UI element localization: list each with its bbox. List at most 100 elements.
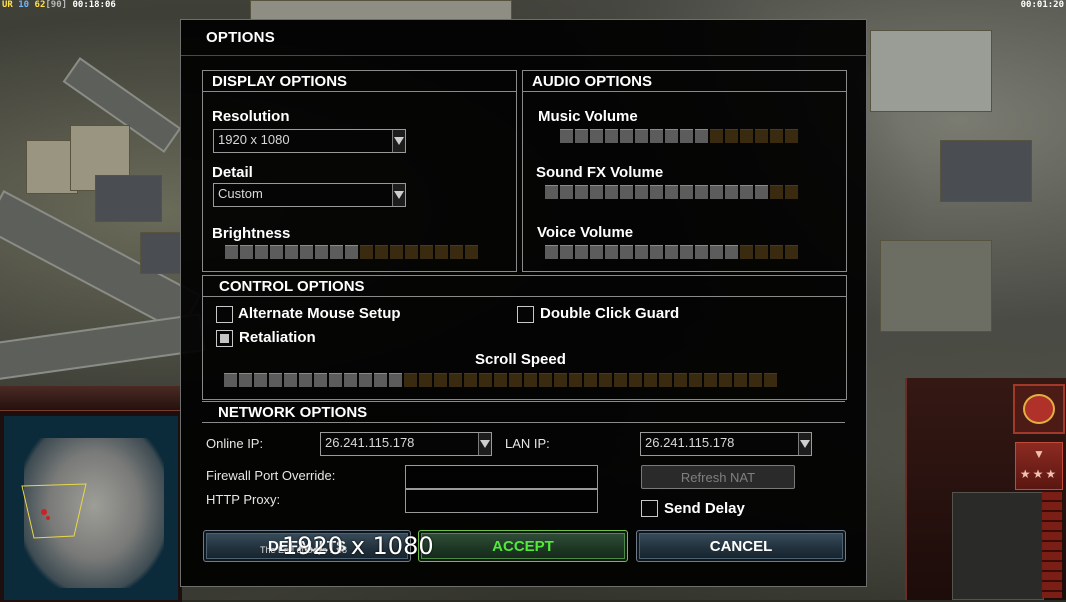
- slider-segment[interactable]: [539, 373, 552, 387]
- chevron-down-icon[interactable]: [392, 184, 405, 206]
- slider-segment[interactable]: [225, 245, 238, 259]
- slider-segment[interactable]: [524, 373, 537, 387]
- slider-segment[interactable]: [450, 245, 463, 259]
- slider-segment[interactable]: [389, 373, 402, 387]
- slider-segment[interactable]: [710, 185, 723, 199]
- slider-segment[interactable]: [575, 129, 588, 143]
- slider-segment[interactable]: [390, 245, 403, 259]
- slider-segment[interactable]: [509, 373, 522, 387]
- slider-segment[interactable]: [689, 373, 702, 387]
- music-volume-slider[interactable]: [560, 129, 798, 143]
- slider-segment[interactable]: [680, 245, 693, 259]
- slider-segment[interactable]: [240, 245, 253, 259]
- slider-segment[interactable]: [590, 185, 603, 199]
- slider-segment[interactable]: [590, 129, 603, 143]
- slider-segment[interactable]: [704, 373, 717, 387]
- slider-segment[interactable]: [650, 245, 663, 259]
- slider-segment[interactable]: [560, 129, 573, 143]
- slider-segment[interactable]: [560, 245, 573, 259]
- slider-segment[interactable]: [725, 185, 738, 199]
- slider-segment[interactable]: [770, 129, 783, 143]
- slider-segment[interactable]: [360, 245, 373, 259]
- slider-segment[interactable]: [494, 373, 507, 387]
- slider-segment[interactable]: [749, 373, 762, 387]
- slider-segment[interactable]: [614, 373, 627, 387]
- slider-segment[interactable]: [329, 373, 342, 387]
- slider-segment[interactable]: [554, 373, 567, 387]
- alternate-mouse-checkbox[interactable]: [216, 306, 233, 323]
- slider-segment[interactable]: [620, 185, 633, 199]
- double-click-guard-checkbox[interactable]: [517, 306, 534, 323]
- slider-segment[interactable]: [545, 185, 558, 199]
- slider-segment[interactable]: [695, 245, 708, 259]
- slider-segment[interactable]: [665, 129, 678, 143]
- slider-segment[interactable]: [479, 373, 492, 387]
- slider-segment[interactable]: [330, 245, 343, 259]
- minimap[interactable]: [4, 416, 178, 600]
- slider-segment[interactable]: [695, 129, 708, 143]
- slider-segment[interactable]: [785, 129, 798, 143]
- slider-segment[interactable]: [719, 373, 732, 387]
- slider-segment[interactable]: [665, 185, 678, 199]
- slider-segment[interactable]: [740, 245, 753, 259]
- slider-segment[interactable]: [314, 373, 327, 387]
- slider-segment[interactable]: [269, 373, 282, 387]
- slider-segment[interactable]: [764, 373, 777, 387]
- slider-segment[interactable]: [590, 245, 603, 259]
- retaliation-checkbox[interactable]: [216, 330, 233, 347]
- slider-segment[interactable]: [300, 245, 313, 259]
- slider-segment[interactable]: [255, 245, 268, 259]
- slider-segment[interactable]: [359, 373, 372, 387]
- slider-segment[interactable]: [680, 185, 693, 199]
- slider-segment[interactable]: [239, 373, 252, 387]
- slider-segment[interactable]: [435, 245, 448, 259]
- slider-segment[interactable]: [755, 185, 768, 199]
- slider-segment[interactable]: [755, 245, 768, 259]
- slider-segment[interactable]: [404, 373, 417, 387]
- firewall-port-input[interactable]: [405, 465, 598, 489]
- faction-emblem-icon[interactable]: [1013, 384, 1065, 434]
- slider-segment[interactable]: [710, 129, 723, 143]
- slider-segment[interactable]: [680, 129, 693, 143]
- slider-segment[interactable]: [575, 185, 588, 199]
- chevron-down-icon[interactable]: [478, 433, 491, 455]
- slider-segment[interactable]: [605, 245, 618, 259]
- slider-segment[interactable]: [635, 245, 648, 259]
- slider-segment[interactable]: [725, 129, 738, 143]
- slider-segment[interactable]: [285, 245, 298, 259]
- slider-segment[interactable]: [710, 245, 723, 259]
- slider-segment[interactable]: [659, 373, 672, 387]
- sound-fx-volume-slider[interactable]: [545, 185, 798, 199]
- rank-stars-icon[interactable]: ▼ ★★★: [1015, 442, 1063, 490]
- voice-volume-slider[interactable]: [545, 245, 798, 259]
- slider-segment[interactable]: [464, 373, 477, 387]
- slider-segment[interactable]: [770, 245, 783, 259]
- slider-segment[interactable]: [284, 373, 297, 387]
- scroll-speed-slider[interactable]: [224, 373, 777, 387]
- slider-segment[interactable]: [344, 373, 357, 387]
- slider-segment[interactable]: [734, 373, 747, 387]
- send-delay-checkbox[interactable]: [641, 500, 658, 517]
- slider-segment[interactable]: [545, 245, 558, 259]
- slider-segment[interactable]: [299, 373, 312, 387]
- slider-segment[interactable]: [629, 373, 642, 387]
- slider-segment[interactable]: [650, 129, 663, 143]
- refresh-nat-button[interactable]: Refresh NAT: [641, 465, 795, 489]
- slider-segment[interactable]: [635, 129, 648, 143]
- online-ip-dropdown[interactable]: 26.241.115.178: [320, 432, 492, 456]
- slider-segment[interactable]: [635, 185, 648, 199]
- slider-segment[interactable]: [740, 185, 753, 199]
- slider-segment[interactable]: [785, 245, 798, 259]
- slider-segment[interactable]: [584, 373, 597, 387]
- slider-segment[interactable]: [620, 129, 633, 143]
- cancel-button[interactable]: CANCEL: [636, 530, 846, 562]
- lan-ip-dropdown[interactable]: 26.241.115.178: [640, 432, 812, 456]
- slider-segment[interactable]: [755, 129, 768, 143]
- http-proxy-input[interactable]: [405, 489, 598, 513]
- accept-button[interactable]: ACCEPT: [418, 530, 628, 562]
- slider-segment[interactable]: [315, 245, 328, 259]
- slider-segment[interactable]: [375, 245, 388, 259]
- slider-segment[interactable]: [740, 129, 753, 143]
- slider-segment[interactable]: [665, 245, 678, 259]
- slider-segment[interactable]: [419, 373, 432, 387]
